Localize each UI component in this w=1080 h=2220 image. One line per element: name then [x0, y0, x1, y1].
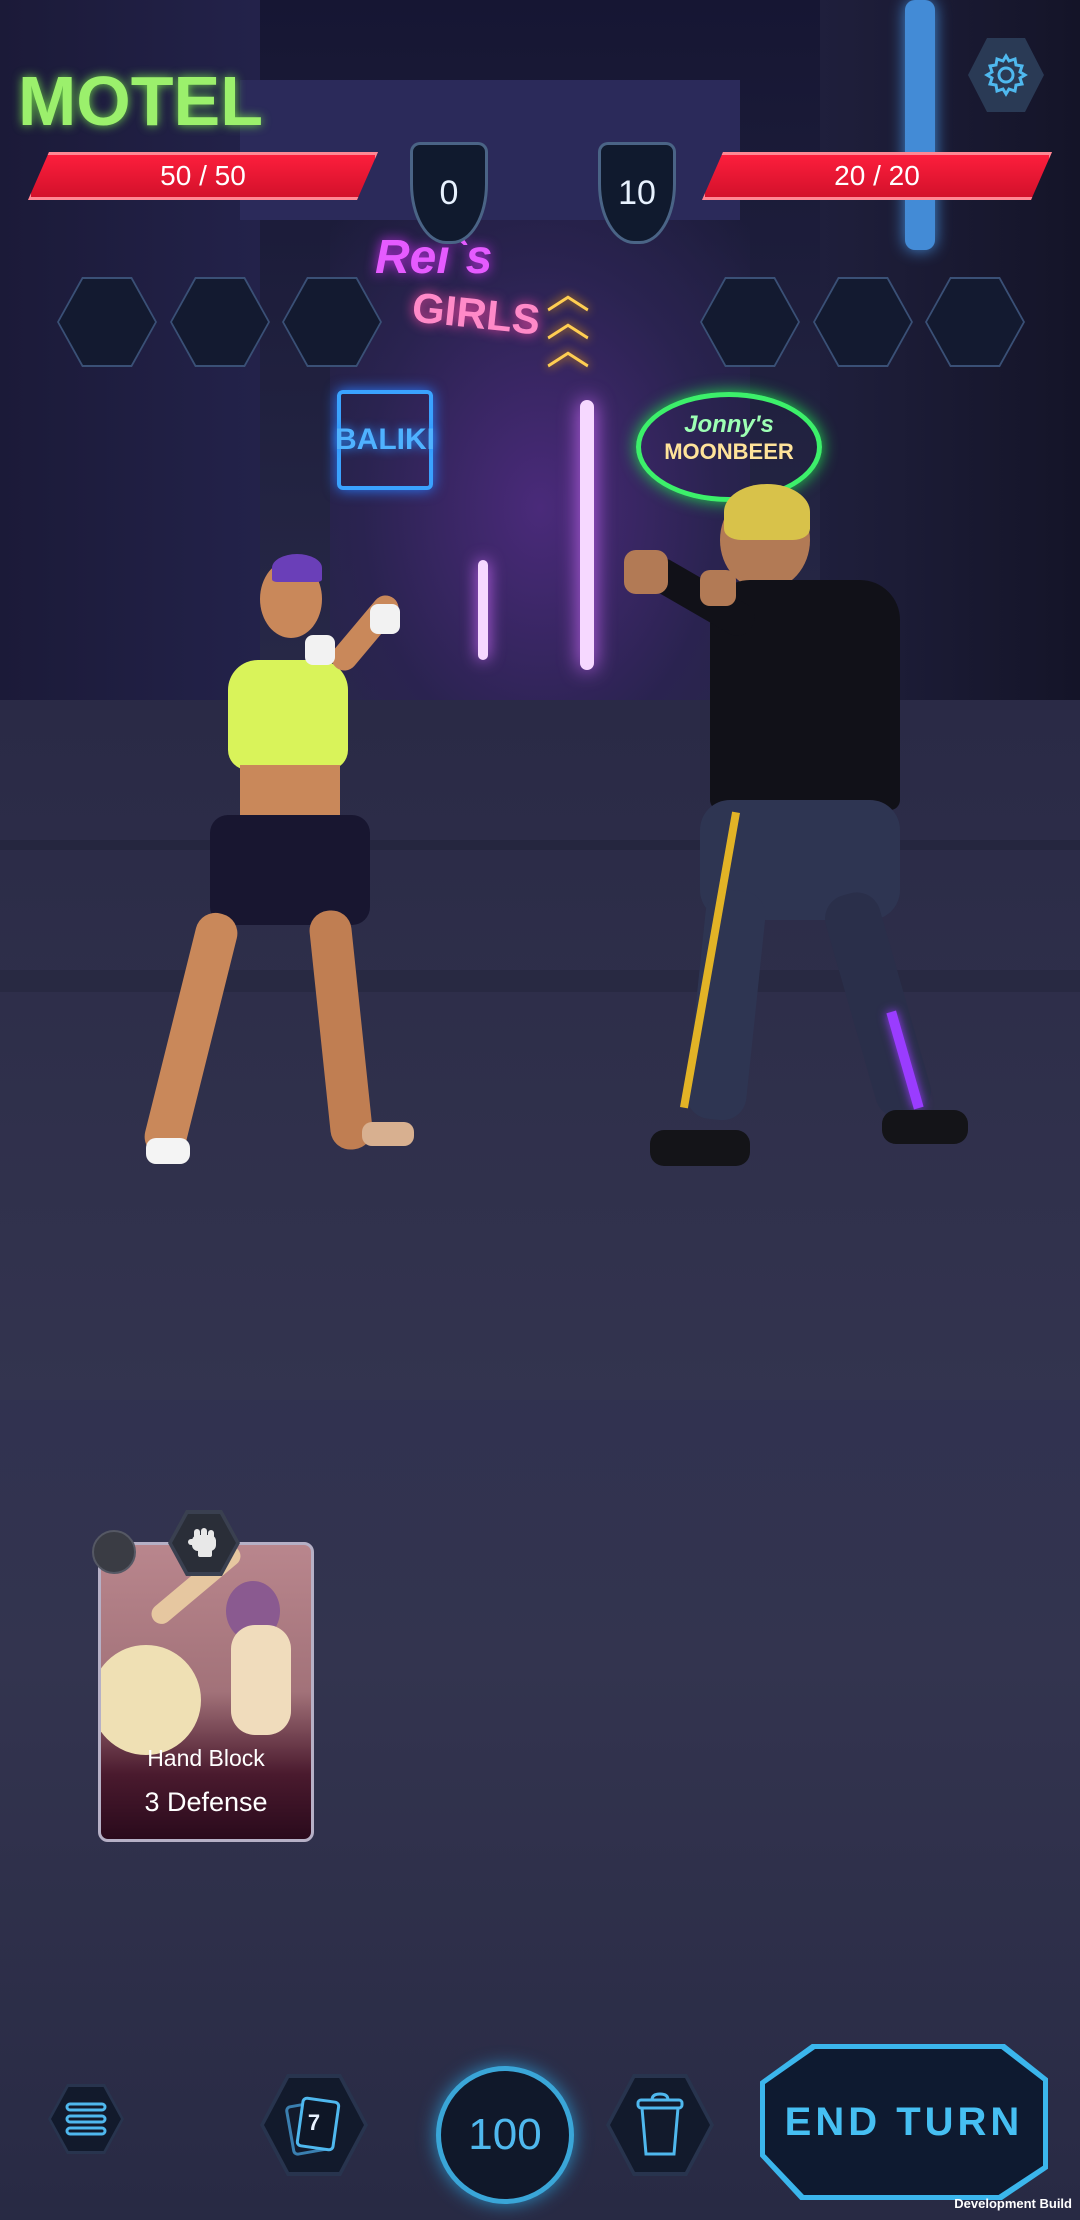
player-foot [146, 1138, 190, 1164]
baliki-sign: BALIKI [335, 390, 435, 490]
enemy-fist [624, 550, 668, 594]
menu-button[interactable] [48, 2084, 124, 2154]
enemy-fist [700, 570, 736, 606]
moonbeer-text: MOONBEER [664, 439, 794, 464]
player-foot [362, 1122, 414, 1146]
player-hand-wrap [305, 635, 335, 665]
enemy-leg [684, 887, 768, 1123]
enemy-shoe [650, 1130, 750, 1166]
player-hair [272, 554, 322, 582]
player-top [228, 660, 348, 770]
card-hand-block[interactable]: Hand Block 3 Defense [98, 1542, 314, 1842]
card-art [231, 1625, 291, 1735]
card-name: Hand Block [147, 1745, 265, 1771]
player-leg [307, 908, 375, 1152]
enemy-leg [819, 886, 937, 1124]
hamburger-menu-icon [65, 2102, 107, 2136]
motel-sign: MOTEL [18, 60, 263, 142]
player-leg [140, 908, 242, 1162]
gear-icon [984, 53, 1028, 97]
draw-pile-count: 7 [307, 2110, 321, 2135]
player-fighter [140, 554, 440, 1190]
player-shorts [210, 815, 370, 925]
enemy-health-bar: 20 / 20 [702, 152, 1052, 200]
pink-neon-figure [478, 560, 488, 660]
pink-neon-figure [580, 400, 594, 670]
jonnys-text: Jonny's [684, 411, 774, 438]
energy-counter: 100 [436, 2066, 574, 2204]
enemy-fighter [620, 484, 968, 1190]
card-art [101, 1645, 201, 1755]
card-cost-indicator [92, 1530, 136, 1574]
blue-neon-sign [905, 0, 935, 250]
enemy-beanie [724, 484, 810, 540]
player-hand-wrap [370, 604, 400, 634]
player-health-bar: 50 / 50 [28, 152, 378, 200]
jonnys-sign: Jonny's MOONBEER [636, 392, 822, 502]
game-scene: MOTEL Rei`s GIRLS BALIKI Jonny's MOONBEE… [0, 0, 1080, 1400]
development-build-label: Development Build [954, 2196, 1072, 2211]
end-turn-label: END TURN [765, 2049, 1043, 2195]
discard-pile-button[interactable] [606, 2074, 714, 2176]
fist-icon [188, 1528, 216, 1557]
trash-can-icon [636, 2092, 684, 2156]
card-effect: 3 Defense [144, 1787, 268, 1817]
arrow-sign: ︿ ︿ ︿ [546, 269, 590, 374]
enemy-shoe [882, 1110, 968, 1144]
end-turn-button[interactable]: END TURN [760, 2044, 1048, 2200]
draw-pile-button[interactable]: 7 [260, 2074, 368, 2176]
